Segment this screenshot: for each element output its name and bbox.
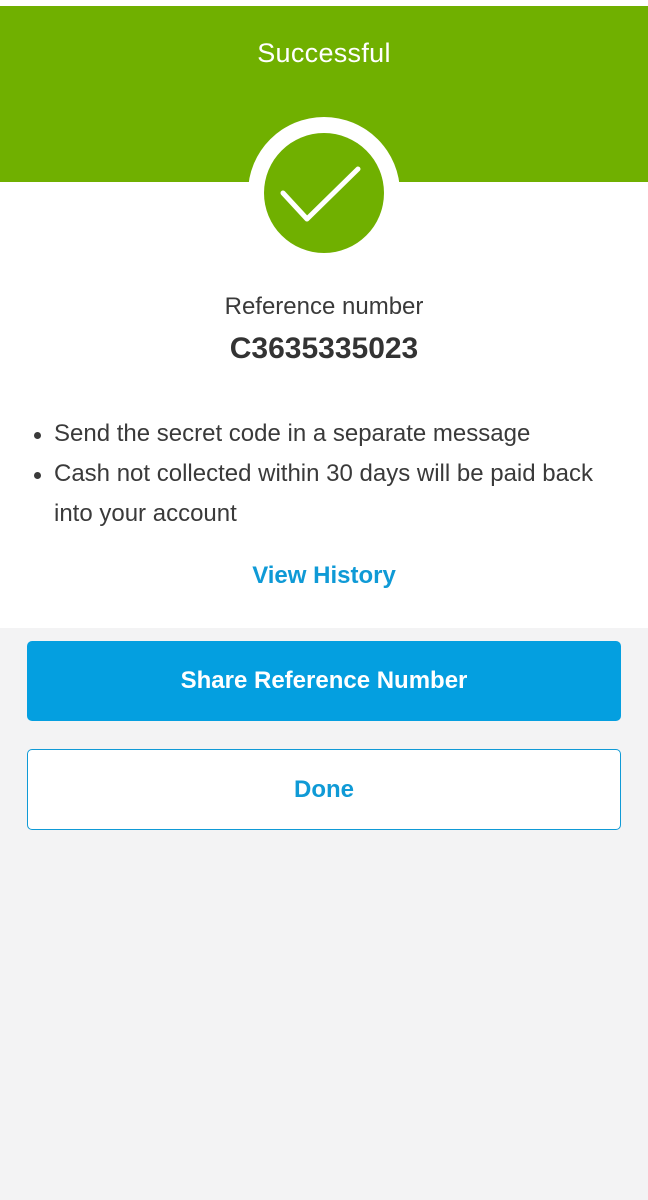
done-button[interactable]: Done [27, 749, 621, 830]
reference-number: C3635335023 [229, 332, 419, 365]
view-history-link[interactable]: View History [0, 562, 648, 590]
page-title: Successful [257, 38, 391, 68]
reference-label: Reference number [224, 293, 424, 320]
checkmark-icon [280, 166, 361, 222]
list-item: Cash not collected within 30 days will b… [32, 454, 612, 534]
list-item: Send the secret code in a separate messa… [32, 414, 612, 454]
share-reference-button[interactable]: Share Reference Number [27, 641, 621, 721]
success-badge [264, 133, 384, 253]
info-list: Send the secret code in a separate messa… [32, 414, 612, 534]
